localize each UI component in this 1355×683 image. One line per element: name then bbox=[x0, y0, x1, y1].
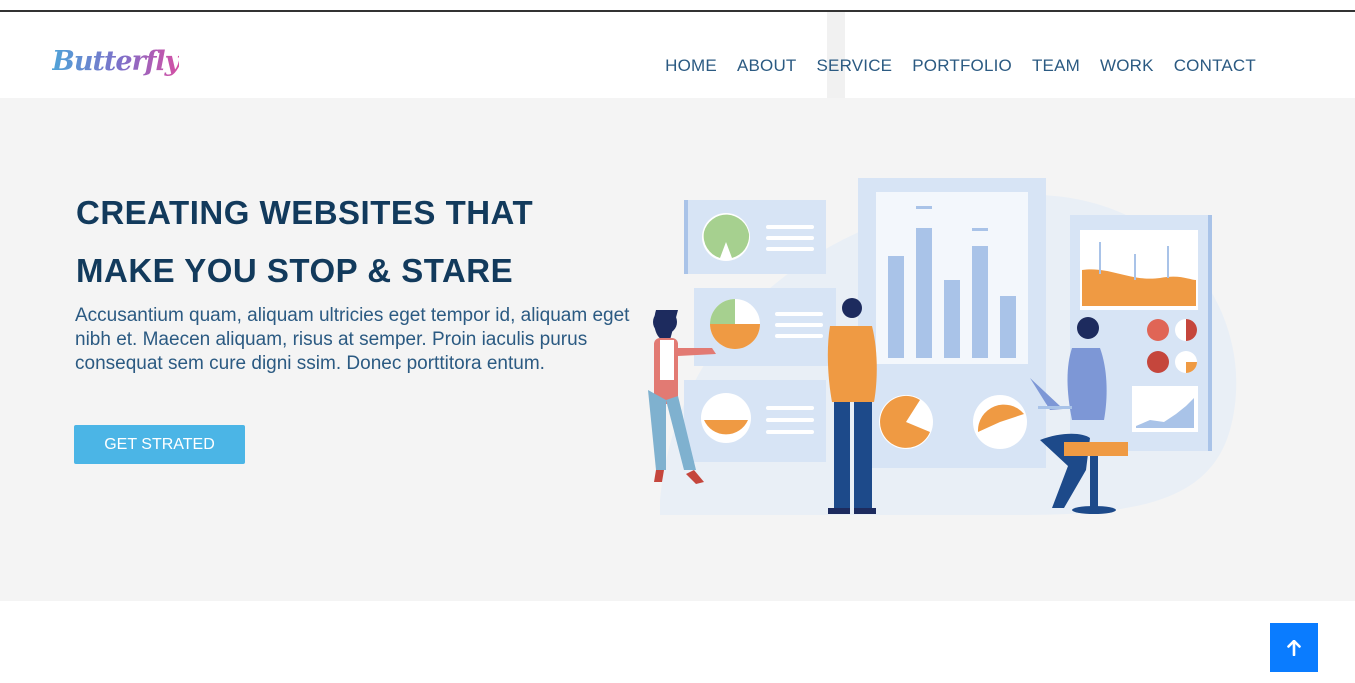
nav-item-about[interactable]: ABOUT bbox=[737, 56, 797, 76]
nav-item-service[interactable]: SERVICE bbox=[817, 56, 893, 76]
nav-item-home[interactable]: HOME bbox=[665, 56, 717, 76]
nav-item-team[interactable]: TEAM bbox=[1032, 56, 1080, 76]
dashboard-card-left-1 bbox=[684, 200, 826, 274]
hero-headline-line-2: MAKE YOU STOP & STARE bbox=[76, 252, 514, 289]
main-nav: HOME ABOUT SERVICE PORTFOLIO TEAM WORK C… bbox=[645, 56, 1256, 76]
arrow-up-icon bbox=[1287, 639, 1301, 656]
dashboard-bar-board bbox=[858, 178, 1046, 468]
dashboard-card-left-3 bbox=[684, 380, 826, 462]
hero-illustration bbox=[648, 178, 1237, 515]
nav-item-work[interactable]: WORK bbox=[1100, 56, 1154, 76]
back-to-top-button[interactable] bbox=[1270, 623, 1318, 672]
nav-item-contact[interactable]: CONTACT bbox=[1174, 56, 1256, 76]
get-started-button[interactable]: GET STRATED bbox=[74, 425, 245, 464]
hero-headline-line-1: CREATING WEBSITES THAT bbox=[76, 194, 534, 231]
nav-item-portfolio[interactable]: PORTFOLIO bbox=[912, 56, 1012, 76]
navbar: Butterfly HOME ABOUT SERVICE PORTFOLIO T… bbox=[0, 12, 1355, 110]
hero-lead-text: Accusantium quam, aliquam ultricies eget… bbox=[75, 305, 630, 374]
hero-headline: CREATING WEBSITES THAT MAKE YOU STOP & S… bbox=[76, 184, 636, 300]
dashboard-card-left-2 bbox=[694, 288, 836, 366]
logo[interactable]: Butterfly bbox=[52, 46, 180, 77]
